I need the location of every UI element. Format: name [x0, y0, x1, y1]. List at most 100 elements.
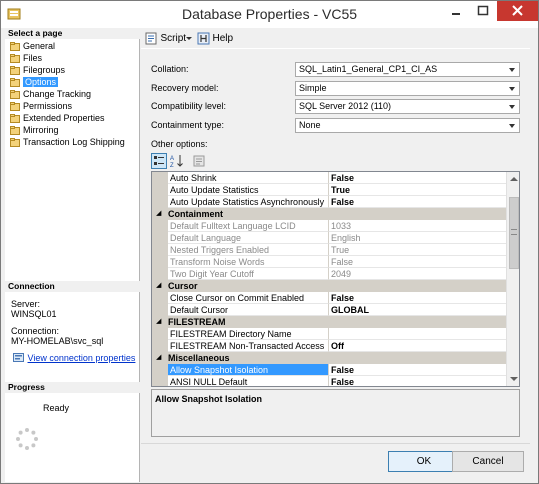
property-value[interactable]: False — [329, 292, 506, 304]
containment-type-select[interactable]: None — [295, 118, 520, 133]
connection-properties-icon — [13, 353, 24, 363]
page-icon — [10, 126, 20, 135]
property-name[interactable]: Auto Update Statistics — [168, 184, 329, 196]
property-row[interactable]: Transform Noise Words False — [152, 256, 506, 268]
property-row[interactable]: Default Cursor GLOBAL — [152, 304, 506, 316]
property-name[interactable]: FILESTREAM Non-Transacted Access — [168, 340, 329, 352]
categorized-button[interactable] — [151, 153, 167, 169]
minimize-icon — [452, 13, 460, 15]
property-name[interactable]: Auto Update Statistics Asynchronously — [168, 196, 329, 208]
help-button[interactable]: Help — [197, 31, 233, 45]
property-value[interactable]: False — [329, 256, 506, 268]
category-row[interactable]: ◢ Containment — [152, 208, 506, 220]
property-name[interactable]: Auto Shrink — [168, 172, 329, 184]
property-value[interactable]: False — [329, 376, 506, 386]
maximize-button[interactable] — [470, 1, 496, 21]
recovery-model-select[interactable]: Simple — [295, 81, 520, 96]
property-value[interactable]: False — [329, 172, 506, 184]
property-name[interactable]: Nested Triggers Enabled — [168, 244, 329, 256]
property-row[interactable]: Auto Update Statistics True — [152, 184, 506, 196]
page-item-general[interactable]: General — [9, 40, 125, 52]
property-name[interactable]: Default Fulltext Language LCID — [168, 220, 329, 232]
page-item-transaction-log-shipping[interactable]: Transaction Log Shipping — [9, 136, 125, 148]
category-row[interactable]: ◢ Miscellaneous — [152, 352, 506, 364]
scroll-down-icon[interactable] — [510, 377, 518, 381]
property-name[interactable]: FILESTREAM Directory Name — [168, 328, 329, 340]
page-item-options[interactable]: Options — [9, 76, 125, 88]
property-row[interactable]: Default Fulltext Language LCID 1033 — [152, 220, 506, 232]
chevron-down-icon — [509, 87, 515, 91]
property-row[interactable]: Nested Triggers Enabled True — [152, 244, 506, 256]
close-button[interactable] — [497, 1, 538, 21]
property-row[interactable]: ANSI NULL Default False — [152, 376, 506, 386]
server-label: Server: — [11, 299, 41, 309]
ok-button[interactable]: OK — [388, 451, 460, 472]
property-value[interactable]: GLOBAL — [329, 304, 506, 316]
toolbar-divider — [141, 48, 530, 49]
minimize-button[interactable] — [443, 1, 469, 21]
property-value[interactable]: 1033 — [329, 220, 506, 232]
svg-text:Z: Z — [170, 163, 174, 169]
containment-type-value: None — [299, 120, 321, 130]
title-bar: Database Properties - VC55 — [1, 1, 538, 28]
property-value[interactable]: False — [329, 364, 506, 376]
page-item-extended-properties[interactable]: Extended Properties — [9, 112, 125, 124]
category-label: Miscellaneous — [168, 353, 230, 363]
property-value[interactable]: 2049 — [329, 268, 506, 280]
property-value[interactable]: Off — [329, 340, 506, 352]
page-item-change-tracking[interactable]: Change Tracking — [9, 88, 125, 100]
category-row[interactable]: ◢ Cursor — [152, 280, 506, 292]
property-row[interactable]: Two Digit Year Cutoff 2049 — [152, 268, 506, 280]
row-gutter — [152, 364, 168, 376]
page-item-files[interactable]: Files — [9, 52, 125, 64]
alphabetical-button[interactable]: A Z — [169, 153, 185, 169]
connection-header: Connection — [5, 281, 140, 292]
property-row[interactable]: FILESTREAM Directory Name — [152, 328, 506, 340]
sort-alphabetical-icon: A Z — [170, 155, 183, 169]
compatibility-level-value: SQL Server 2012 (110) — [299, 101, 392, 111]
property-value[interactable]: True — [329, 244, 506, 256]
view-connection-link[interactable]: View connection properties — [28, 353, 136, 363]
property-row[interactable]: Close Cursor on Commit Enabled False — [152, 292, 506, 304]
collapse-icon[interactable]: ◢ — [156, 208, 161, 220]
collation-select[interactable]: SQL_Latin1_General_CP1_CI_AS — [295, 62, 520, 77]
other-options-label: Other options: — [151, 139, 208, 149]
property-row[interactable]: FILESTREAM Non-Transacted Access Off — [152, 340, 506, 352]
property-name[interactable]: Two Digit Year Cutoff — [168, 268, 329, 280]
property-value[interactable]: English — [329, 232, 506, 244]
property-row[interactable]: Auto Update Statistics Asynchronously Fal… — [152, 196, 506, 208]
view-connection-properties[interactable]: View connection properties — [13, 353, 135, 364]
property-value[interactable] — [329, 328, 506, 340]
property-name[interactable]: Default Cursor — [168, 304, 329, 316]
property-name[interactable]: ANSI NULL Default — [168, 376, 329, 386]
page-item-label: Options — [23, 77, 59, 87]
property-row[interactable]: Allow Snapshot Isolation False — [152, 364, 506, 376]
property-row[interactable]: Default Language English — [152, 232, 506, 244]
chevron-down-icon — [186, 37, 192, 40]
property-row[interactable]: Auto Shrink False — [152, 172, 506, 184]
property-value[interactable]: False — [329, 196, 506, 208]
property-grid-scrollbar[interactable] — [506, 172, 519, 386]
compatibility-level-select[interactable]: SQL Server 2012 (110) — [295, 99, 520, 114]
containment-type-label: Containment type: — [151, 120, 225, 130]
collapse-icon[interactable]: ◢ — [156, 316, 161, 328]
property-name[interactable]: Default Language — [168, 232, 329, 244]
property-name[interactable]: Transform Noise Words — [168, 256, 329, 268]
cancel-button[interactable]: Cancel — [452, 451, 524, 472]
page-item-permissions[interactable]: Permissions — [9, 100, 125, 112]
page-item-mirroring[interactable]: Mirroring — [9, 124, 125, 136]
page-item-label: Filegroups — [23, 65, 66, 75]
property-name[interactable]: Close Cursor on Commit Enabled — [168, 292, 329, 304]
collapse-icon[interactable]: ◢ — [156, 352, 161, 364]
row-gutter — [152, 376, 168, 386]
property-value[interactable]: True — [329, 184, 506, 196]
property-name[interactable]: Allow Snapshot Isolation — [168, 364, 329, 376]
script-dropdown-button[interactable] — [185, 31, 193, 45]
script-button[interactable]: Script — [145, 31, 186, 45]
page-item-filegroups[interactable]: Filegroups — [9, 64, 125, 76]
row-gutter — [152, 268, 168, 280]
category-row[interactable]: ◢ FILESTREAM — [152, 316, 506, 328]
property-pages-button[interactable] — [191, 153, 207, 169]
collapse-icon[interactable]: ◢ — [156, 280, 161, 292]
scroll-up-icon[interactable] — [510, 177, 518, 181]
